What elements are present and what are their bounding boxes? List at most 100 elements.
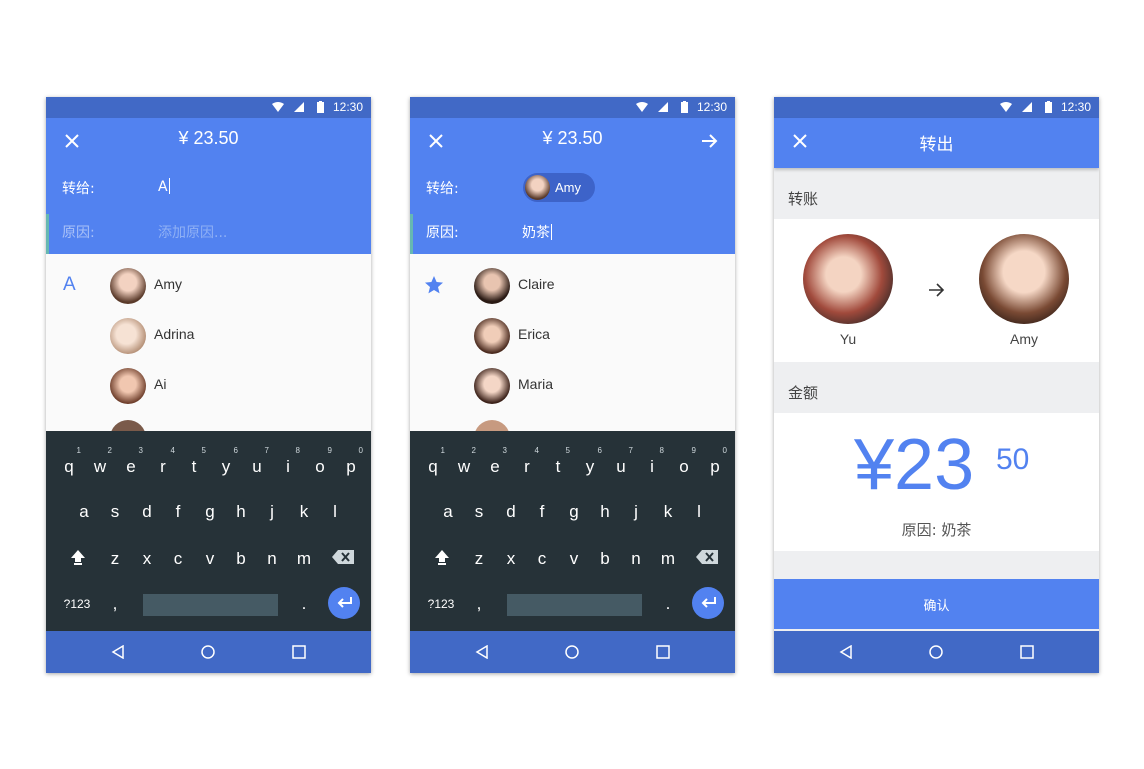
home-button[interactable] [198, 643, 218, 661]
space-bar[interactable] [507, 594, 642, 616]
key-b[interactable]: b [591, 549, 619, 569]
amount-section-title: 金额 [788, 384, 819, 402]
key-o[interactable]: 9o [670, 446, 698, 477]
key-a[interactable]: a [70, 502, 98, 522]
enter-key[interactable] [692, 587, 724, 619]
key-g[interactable]: g [560, 502, 588, 522]
key-z[interactable]: z [101, 549, 129, 569]
key-d[interactable]: d [497, 502, 525, 522]
key-k[interactable]: k [654, 502, 682, 522]
key-l[interactable]: l [685, 502, 713, 522]
reason-input[interactable]: 奶茶 [522, 222, 552, 242]
next-button[interactable] [699, 130, 721, 152]
wifi-icon [1000, 102, 1012, 112]
key-d[interactable]: d [133, 502, 161, 522]
backspace-key[interactable] [693, 549, 721, 569]
backspace-key[interactable] [329, 549, 357, 569]
period-key[interactable]: . [654, 594, 682, 614]
list-item[interactable]: Ai [46, 362, 371, 412]
key-y[interactable]: 6y [576, 446, 604, 477]
recents-button[interactable] [289, 643, 309, 661]
key-m[interactable]: m [290, 549, 318, 569]
symbols-key[interactable]: ?123 [60, 597, 94, 611]
key-z[interactable]: z [465, 549, 493, 569]
key-f[interactable]: f [528, 502, 556, 522]
key-j[interactable]: j [258, 502, 286, 522]
symbols-key[interactable]: ?123 [424, 597, 458, 611]
amount-title: ¥ 23.50 [178, 128, 239, 148]
key-i[interactable]: 8i [638, 446, 666, 477]
to-input[interactable]: A [158, 178, 170, 195]
shift-key[interactable] [64, 549, 92, 570]
recipient-chip[interactable]: Amy [523, 173, 595, 202]
back-button[interactable] [836, 643, 856, 661]
key-u[interactable]: 7u [607, 446, 635, 477]
key-h[interactable]: h [227, 502, 255, 522]
key-i[interactable]: 8i [274, 446, 302, 477]
key-w[interactable]: 2w [450, 446, 478, 477]
comma-key[interactable]: , [465, 594, 493, 614]
arrow-right-icon [702, 134, 718, 148]
key-f[interactable]: f [164, 502, 192, 522]
key-b[interactable]: b [227, 549, 255, 569]
keyboard: 1q 2w 3e 4r 5t 6y 7u 8i 9o 0p a s d f g … [410, 431, 735, 631]
key-c[interactable]: c [164, 549, 192, 569]
key-o[interactable]: 9o [306, 446, 334, 477]
key-s[interactable]: s [101, 502, 129, 522]
key-m[interactable]: m [654, 549, 682, 569]
list-item[interactable]: Claire [410, 262, 735, 312]
comma-key[interactable]: , [101, 594, 129, 614]
recents-icon [656, 645, 670, 659]
key-s[interactable]: s [465, 502, 493, 522]
key-g[interactable]: g [196, 502, 224, 522]
space-bar[interactable] [143, 594, 278, 616]
transfer-section-title: 转账 [788, 190, 819, 208]
recents-button[interactable] [1017, 643, 1037, 661]
period-key[interactable]: . [290, 594, 318, 614]
list-item[interactable]: Amy [46, 262, 371, 312]
key-v[interactable]: v [560, 549, 588, 569]
key-y[interactable]: 6y [212, 446, 240, 477]
key-v[interactable]: v [196, 549, 224, 569]
key-e[interactable]: 3e [481, 446, 509, 477]
shift-key[interactable] [428, 549, 456, 570]
signal-icon [1022, 102, 1032, 112]
key-x[interactable]: x [497, 549, 525, 569]
list-item[interactable]: Maria [410, 362, 735, 412]
enter-key[interactable] [328, 587, 360, 619]
confirm-button[interactable]: 确认 [774, 579, 1099, 629]
key-j[interactable]: j [622, 502, 650, 522]
reason-label: 原因: [62, 225, 95, 241]
key-t[interactable]: 5t [180, 446, 208, 477]
key-p[interactable]: 0p [337, 446, 365, 477]
back-button[interactable] [472, 643, 492, 661]
recents-button[interactable] [653, 643, 673, 661]
home-button[interactable] [926, 643, 946, 661]
key-q[interactable]: 1q [419, 446, 447, 477]
contact-name: Erica [518, 326, 550, 342]
home-button[interactable] [562, 643, 582, 661]
key-e[interactable]: 3e [117, 446, 145, 477]
back-button[interactable] [108, 643, 128, 661]
reason-input[interactable]: 添加原因... [158, 222, 227, 242]
key-r[interactable]: 4r [513, 446, 541, 477]
keyboard: 1q 2w 3e 4r 5t 6y 7u 8i 9o 0p a s d f g … [46, 431, 371, 631]
key-p[interactable]: 0p [701, 446, 729, 477]
key-n[interactable]: n [258, 549, 286, 569]
key-l[interactable]: l [321, 502, 349, 522]
list-item[interactable]: Adrina [46, 312, 371, 362]
key-h[interactable]: h [591, 502, 619, 522]
key-t[interactable]: 5t [544, 446, 572, 477]
shift-icon [435, 550, 449, 565]
list-item[interactable]: Erica [410, 312, 735, 362]
key-r[interactable]: 4r [149, 446, 177, 477]
key-w[interactable]: 2w [86, 446, 114, 477]
focus-indicator [46, 214, 49, 254]
key-q[interactable]: 1q [55, 446, 83, 477]
key-n[interactable]: n [622, 549, 650, 569]
key-c[interactable]: c [528, 549, 556, 569]
key-u[interactable]: 7u [243, 446, 271, 477]
key-k[interactable]: k [290, 502, 318, 522]
key-x[interactable]: x [133, 549, 161, 569]
key-a[interactable]: a [434, 502, 462, 522]
